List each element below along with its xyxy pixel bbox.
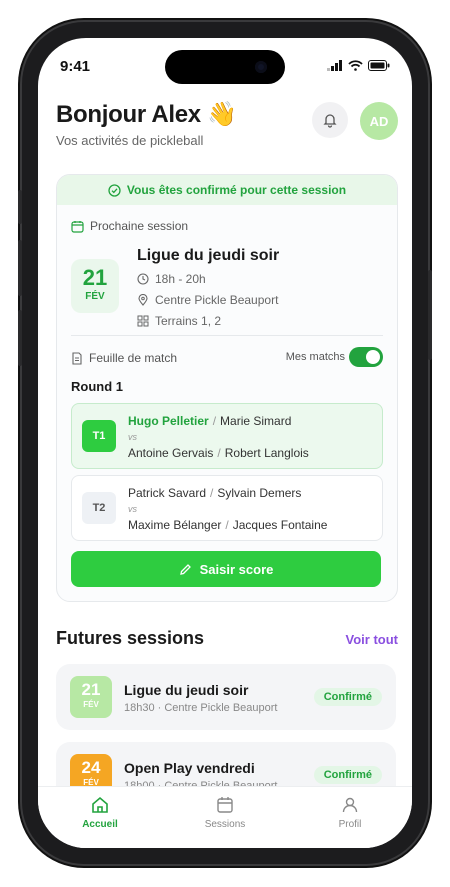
player-separator: /	[225, 518, 229, 532]
team-two: Antoine Gervais / Robert Langlois	[128, 446, 309, 460]
session-month: FÉV	[85, 291, 105, 302]
court-badge: T1	[82, 420, 116, 452]
player-name: Patrick Savard	[128, 486, 207, 500]
wifi-icon	[348, 60, 363, 71]
tab-home-label: Accueil	[82, 819, 118, 830]
future-session-item[interactable]: 21 FÉV Ligue du jeudi soir 18h30 · Centr…	[56, 664, 396, 730]
player-name: Hugo Pelletier	[128, 414, 209, 428]
clock-icon	[137, 273, 149, 285]
vs-label: vs	[128, 504, 137, 514]
session-courts-row: Terrains 1, 2	[137, 314, 221, 328]
player-name: Antoine Gervais	[128, 446, 214, 460]
tab-profile-label: Profil	[338, 819, 362, 830]
greeting-subtitle: Vos activités de pickleball	[56, 133, 204, 148]
match-card-t1[interactable]: T1 Hugo Pelletier / Marie Simard vs Antoin…	[71, 403, 383, 469]
match-card-t2[interactable]: T2 Patrick Savard / Sylvain Demers vs Maxi…	[71, 475, 383, 541]
status-icons	[327, 60, 390, 71]
confirmation-text: Vous êtes confirmé pour cette session	[126, 183, 347, 197]
volume-up-button	[18, 240, 22, 296]
volume-down-button	[18, 310, 22, 366]
see-all-link[interactable]: Voir tout	[346, 632, 398, 647]
enter-score-label: Saisir score	[199, 561, 274, 577]
my-matches-toggle[interactable]	[349, 347, 383, 367]
phone-screen: 9:41 Bonjour Alex 👋 Vos activités de pic…	[38, 38, 412, 848]
toggle-knob	[366, 350, 380, 364]
tab-bar: Accueil Sessions Profil	[38, 786, 412, 848]
status-badge: Confirmé	[313, 766, 382, 784]
tab-home[interactable]: Accueil	[60, 795, 140, 830]
next-session-label-text: Prochaine session	[90, 219, 189, 233]
player-separator: /	[217, 446, 221, 460]
next-session-label: Prochaine session	[71, 219, 188, 233]
tab-sessions[interactable]: Sessions	[185, 795, 265, 830]
player-name: Jacques Fontaine	[232, 518, 328, 532]
camera-icon	[255, 61, 267, 73]
pencil-icon	[179, 563, 191, 575]
player-name: Sylvain Demers	[217, 486, 302, 500]
session-location: Centre Pickle Beauport	[155, 293, 279, 307]
status-time: 9:41	[60, 58, 91, 75]
future-session-date: 21 FÉV	[70, 676, 112, 718]
session-time: 18h - 20h	[155, 272, 206, 286]
future-session-day: 24	[81, 758, 101, 777]
my-matches-label: Mes matchs	[285, 351, 345, 363]
silent-switch	[18, 190, 22, 224]
tab-sessions-label: Sessions	[204, 819, 246, 830]
greeting-title: Bonjour Alex 👋	[56, 101, 237, 128]
divider	[71, 335, 383, 336]
match-sheet-label-text: Feuille de match	[89, 351, 178, 365]
session-time-row: 18h - 20h	[137, 272, 206, 286]
status-badge: Confirmé	[313, 688, 382, 706]
player-separator: /	[212, 414, 217, 428]
confirmation-banner: Vous êtes confirmé pour cette session	[57, 175, 397, 205]
next-session-card: Vous êtes confirmé pour cette session Pr…	[56, 174, 398, 602]
tab-profile[interactable]: Profil	[310, 795, 390, 830]
vs-label: vs	[128, 432, 137, 442]
dynamic-island	[165, 50, 285, 84]
session-location-row: Centre Pickle Beauport	[137, 293, 278, 307]
future-session-title: Open Play vendredi	[124, 760, 255, 776]
player-name: Robert Langlois	[224, 446, 309, 460]
battery-icon	[368, 60, 390, 71]
player-name: Marie Simard	[220, 414, 292, 428]
session-courts: Terrains 1, 2	[155, 314, 222, 328]
team-one: Hugo Pelletier / Marie Simard	[128, 414, 291, 428]
greeting-block: Bonjour Alex 👋 Vos activités de pickleba…	[56, 100, 237, 148]
signal-icon	[327, 60, 342, 71]
document-icon	[72, 351, 82, 365]
bell-icon	[323, 114, 337, 128]
check-circle-icon	[108, 183, 121, 197]
location-pin-icon	[138, 294, 148, 306]
future-session-day: 21	[81, 680, 101, 699]
calendar-icon	[217, 797, 233, 813]
enter-score-button[interactable]: Saisir score	[71, 551, 381, 587]
future-session-month: FÉV	[83, 700, 99, 709]
team-two: Maxime Bélanger / Jacques Fontaine	[128, 518, 327, 532]
player-separator: /	[210, 486, 214, 500]
match-sheet-label: Feuille de match	[71, 351, 177, 365]
session-date-box: 21 FÉV	[71, 259, 119, 313]
calendar-clock-icon	[71, 220, 84, 233]
grid-icon	[137, 315, 149, 327]
player-name: Maxime Bélanger	[128, 518, 222, 532]
notifications-button[interactable]	[312, 102, 348, 138]
user-icon	[342, 797, 358, 813]
round-label: Round 1	[71, 379, 123, 394]
avatar[interactable]: AD	[360, 102, 398, 140]
team-one: Patrick Savard / Sylvain Demers	[128, 486, 301, 500]
future-session-subtitle: 18h30 · Centre Pickle Beauport	[124, 702, 278, 714]
session-day: 21	[82, 265, 108, 290]
power-button	[428, 270, 432, 360]
court-badge: T2	[82, 492, 116, 524]
session-title: Ligue du jeudi soir	[137, 247, 280, 264]
future-session-title: Ligue du jeudi soir	[124, 682, 249, 698]
home-icon	[92, 796, 108, 813]
future-sessions-title: Futures sessions	[56, 628, 205, 648]
